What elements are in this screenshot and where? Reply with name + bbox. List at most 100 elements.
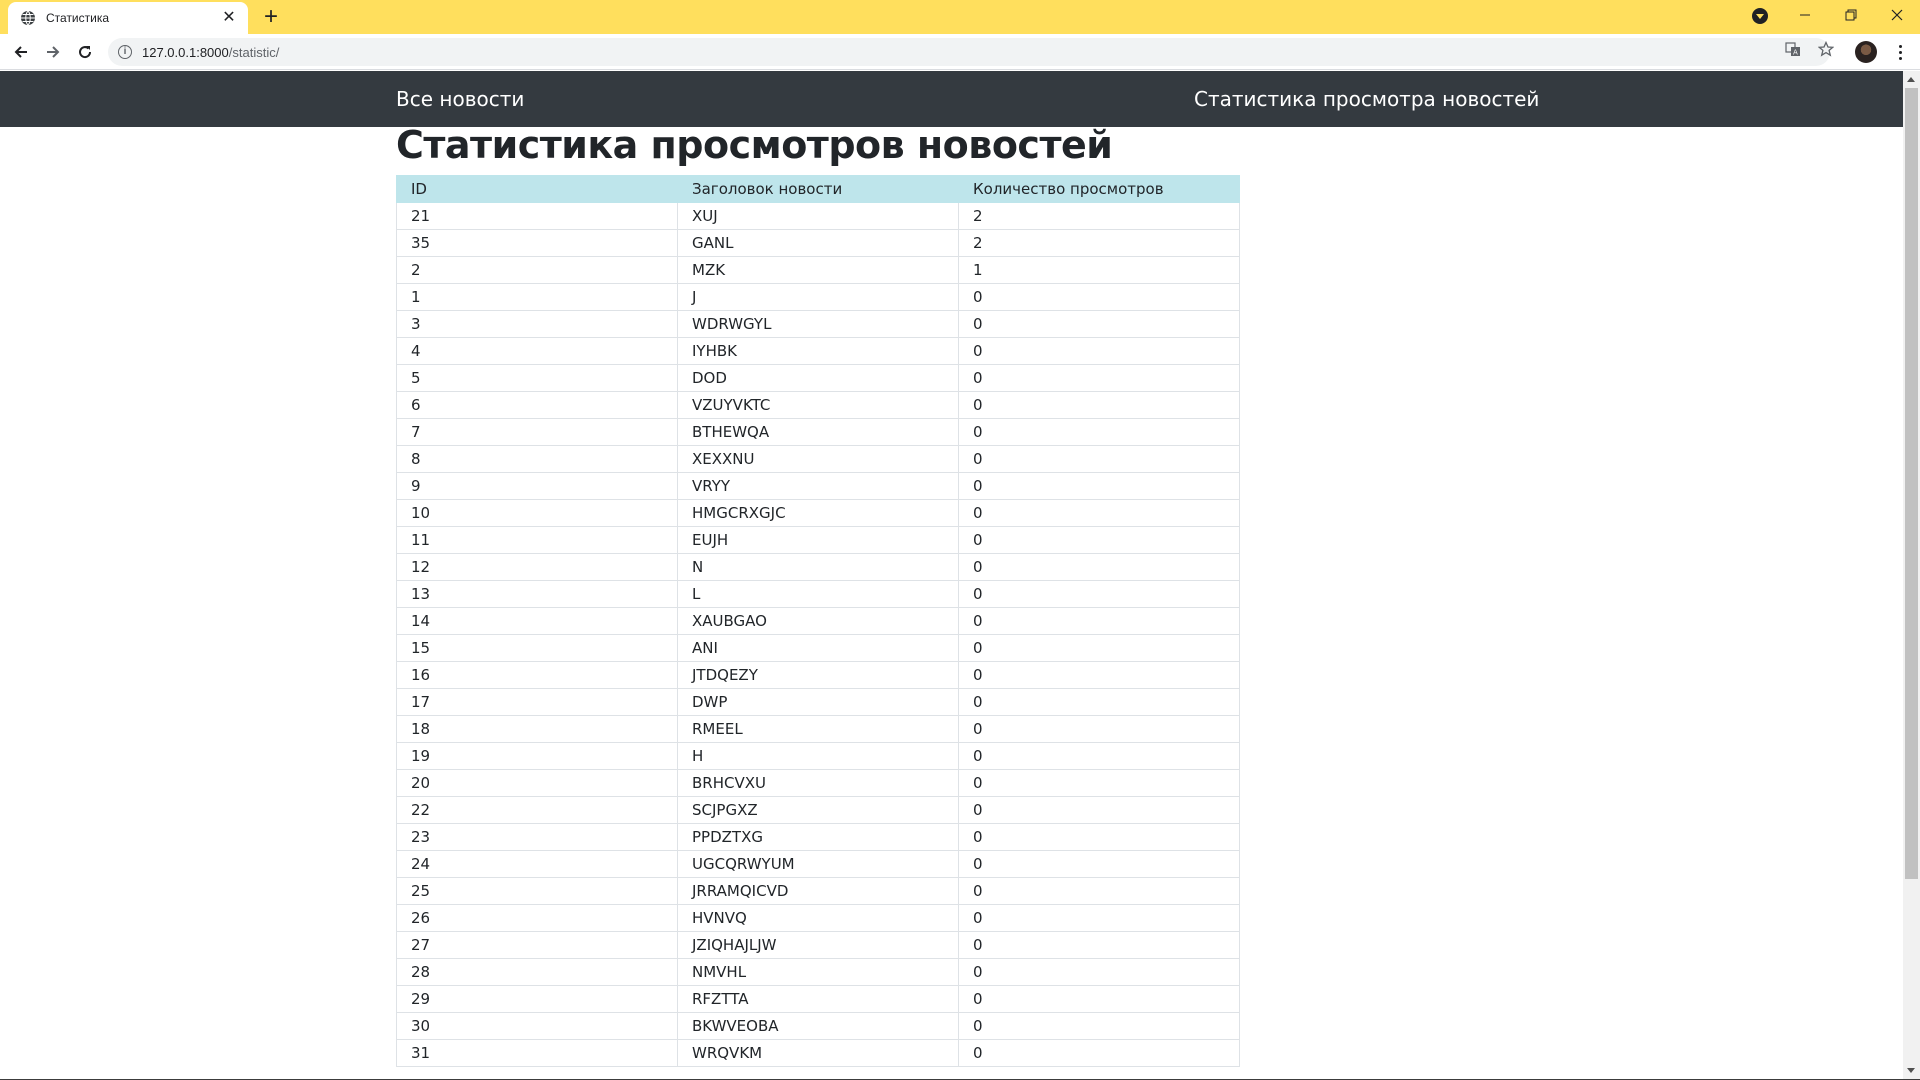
minimize-icon xyxy=(1800,14,1810,16)
cell-view-count: 0 xyxy=(958,1039,1240,1067)
cell-news-title: MZK xyxy=(677,256,959,284)
table-body: 21 XUJ 2 35 GANL 2 2 MZK 1 1 J 0 3 WDRWGYL 0 4 IYHBK 0 5 DO… xyxy=(396,202,1240,1067)
cell-id: 9 xyxy=(396,472,678,500)
cell-view-count: 0 xyxy=(958,418,1240,446)
table-row: 21 XUJ 2 xyxy=(396,202,1240,230)
scrollbar-thumb[interactable] xyxy=(1905,88,1918,879)
avatar[interactable] xyxy=(1855,41,1877,63)
cell-news-title: JRRAMQICVD xyxy=(677,877,959,905)
back-button[interactable] xyxy=(7,38,35,66)
cell-view-count: 0 xyxy=(958,850,1240,878)
cell-id: 22 xyxy=(396,796,678,824)
cell-id: 12 xyxy=(396,553,678,581)
cell-news-title: RFZTTA xyxy=(677,985,959,1013)
cell-news-title: J xyxy=(677,283,959,311)
cell-id: 23 xyxy=(396,823,678,851)
cell-news-title: UGCQRWYUM xyxy=(677,850,959,878)
address-bar[interactable]: i 127.0.0.1:8000/statistic/ xyxy=(108,38,1830,66)
browser-tab[interactable]: Статистика ✕ xyxy=(8,2,248,34)
translate-icon[interactable]: A xyxy=(1784,40,1802,58)
table-row: 9 VRYY 0 xyxy=(396,472,1240,500)
cell-id: 30 xyxy=(396,1012,678,1040)
cell-id: 11 xyxy=(396,526,678,554)
table-row: 14 XAUBGAO 0 xyxy=(396,607,1240,635)
cell-news-title: L xyxy=(677,580,959,608)
vertical-scrollbar[interactable] xyxy=(1903,71,1920,1079)
cell-id: 24 xyxy=(396,850,678,878)
cell-id: 15 xyxy=(396,634,678,662)
column-header-title: Заголовок новости xyxy=(677,175,959,203)
table-row: 5 DOD 0 xyxy=(396,364,1240,392)
tab-title: Статистика xyxy=(46,11,110,25)
cell-id: 8 xyxy=(396,445,678,473)
cell-id: 1 xyxy=(396,283,678,311)
cell-news-title: BKWVEOBA xyxy=(677,1012,959,1040)
reload-button[interactable] xyxy=(71,38,99,66)
cell-news-title: HVNVQ xyxy=(677,904,959,932)
cell-view-count: 1 xyxy=(958,256,1240,284)
table-header: ID Заголовок новости Количество просмотр… xyxy=(396,175,1240,203)
cell-news-title: SCJPGXZ xyxy=(677,796,959,824)
cell-news-title: DWP xyxy=(677,688,959,716)
minimize-button[interactable] xyxy=(1782,0,1828,30)
menu-icon[interactable] xyxy=(1890,42,1910,62)
cell-id: 19 xyxy=(396,742,678,770)
cell-id: 28 xyxy=(396,958,678,986)
restore-icon xyxy=(1845,9,1857,21)
cell-news-title: N xyxy=(677,553,959,581)
cell-news-title: BTHEWQA xyxy=(677,418,959,446)
cell-news-title: WDRWGYL xyxy=(677,310,959,338)
cell-news-title: BRHCVXU xyxy=(677,769,959,797)
table-row: 15 ANI 0 xyxy=(396,634,1240,662)
cell-news-title: JTDQEZY xyxy=(677,661,959,689)
tab-search-icon[interactable] xyxy=(1752,8,1768,24)
restore-button[interactable] xyxy=(1828,0,1874,30)
cell-view-count: 0 xyxy=(958,553,1240,581)
table-row: 26 HVNVQ 0 xyxy=(396,904,1240,932)
info-icon[interactable]: i xyxy=(118,45,132,59)
close-tab-button[interactable]: ✕ xyxy=(220,9,238,27)
star-icon[interactable] xyxy=(1817,40,1835,58)
cell-id: 27 xyxy=(396,931,678,959)
cell-id: 13 xyxy=(396,580,678,608)
svg-text:A: A xyxy=(1793,49,1798,57)
cell-view-count: 0 xyxy=(958,823,1240,851)
table-row: 10 HMGCRXGJC 0 xyxy=(396,499,1240,527)
cell-view-count: 0 xyxy=(958,499,1240,527)
table-row: 6 VZUYVKTC 0 xyxy=(396,391,1240,419)
statistics-table: ID Заголовок новости Количество просмотр… xyxy=(396,175,1240,1067)
table-row: 27 JZIQHAJLJW 0 xyxy=(396,931,1240,959)
cell-news-title: JZIQHAJLJW xyxy=(677,931,959,959)
table-row: 11 EUJH 0 xyxy=(396,526,1240,554)
table-row: 31 WRQVKM 0 xyxy=(396,1039,1240,1067)
table-row: 30 BKWVEOBA 0 xyxy=(396,1012,1240,1040)
scroll-down-arrow-icon[interactable] xyxy=(1907,1068,1915,1073)
close-icon xyxy=(1891,9,1903,21)
cell-id: 5 xyxy=(396,364,678,392)
nav-link-statistics[interactable]: Статистика просмотра новостей xyxy=(1194,87,1539,111)
cell-news-title: XUJ xyxy=(677,202,959,230)
cell-view-count: 2 xyxy=(958,202,1240,230)
cell-view-count: 0 xyxy=(958,715,1240,743)
reload-icon xyxy=(79,46,92,59)
new-tab-button[interactable]: + xyxy=(258,5,284,31)
back-icon xyxy=(14,46,27,58)
close-window-button[interactable] xyxy=(1874,0,1920,30)
cell-news-title: WRQVKM xyxy=(677,1039,959,1067)
table-row: 18 RMEEL 0 xyxy=(396,715,1240,743)
browser-toolbar: i 127.0.0.1:8000/statistic/ A xyxy=(0,34,1920,70)
table-row: 35 GANL 2 xyxy=(396,229,1240,257)
cell-news-title: HMGCRXGJC xyxy=(677,499,959,527)
cell-view-count: 0 xyxy=(958,904,1240,932)
forward-icon xyxy=(47,46,60,58)
table-row: 19 H 0 xyxy=(396,742,1240,770)
table-row: 23 PPDZTXG 0 xyxy=(396,823,1240,851)
url-host: 127.0.0.1:8000 xyxy=(142,44,229,60)
nav-link-all-news[interactable]: Все новости xyxy=(396,87,524,111)
forward-button[interactable] xyxy=(39,38,67,66)
scroll-up-arrow-icon[interactable] xyxy=(1907,77,1915,82)
table-row: 20 BRHCVXU 0 xyxy=(396,769,1240,797)
table-row: 16 JTDQEZY 0 xyxy=(396,661,1240,689)
cell-view-count: 0 xyxy=(958,472,1240,500)
cell-view-count: 0 xyxy=(958,391,1240,419)
